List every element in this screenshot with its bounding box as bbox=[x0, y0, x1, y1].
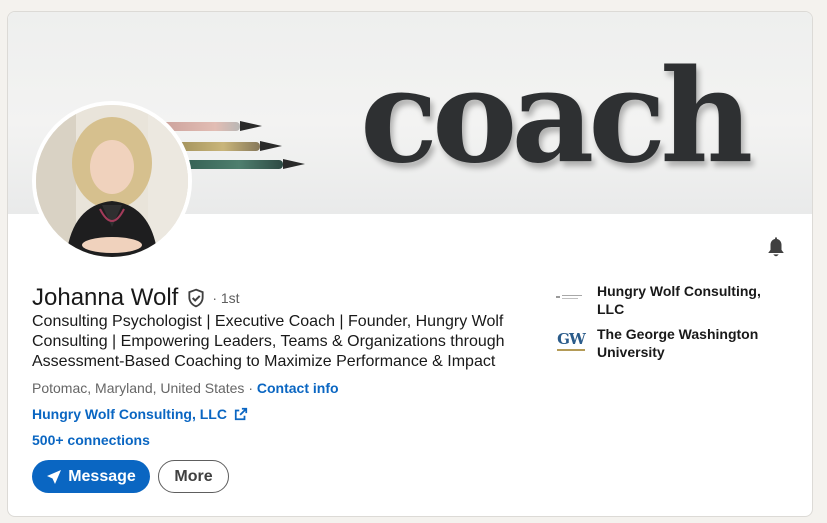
profile-name[interactable]: Johanna Wolf bbox=[32, 284, 178, 312]
paper-plane-icon bbox=[47, 469, 62, 484]
name-row: Johanna Wolf · 1st bbox=[32, 283, 240, 313]
website-label: Hungry Wolf Consulting, LLC bbox=[32, 406, 227, 422]
avatar[interactable] bbox=[32, 101, 192, 261]
website-link[interactable]: Hungry Wolf Consulting, LLC bbox=[32, 406, 248, 422]
shield-check-icon[interactable] bbox=[186, 287, 206, 309]
location-separator: · bbox=[244, 380, 257, 396]
hungry-wolf-logo bbox=[556, 282, 586, 312]
contact-info-link[interactable]: Contact info bbox=[257, 380, 339, 396]
external-link-icon bbox=[234, 407, 248, 421]
location-text: Potomac, Maryland, United States bbox=[32, 380, 245, 396]
school-name: The George Washington University bbox=[597, 326, 759, 360]
education[interactable]: GW The George Washington University bbox=[556, 325, 772, 361]
profile-headline: Consulting Psychologist | Executive Coac… bbox=[32, 313, 505, 370]
profile-card: coach Johanna Wolf · 1st Consulting Psyc… bbox=[7, 11, 813, 517]
connections-link[interactable]: 500+ connections bbox=[32, 432, 150, 448]
gw-logo: GW bbox=[556, 325, 586, 355]
banner-word: coach bbox=[360, 42, 753, 192]
current-company[interactable]: Hungry Wolf Consulting, LLC bbox=[556, 282, 772, 318]
message-button-label: Message bbox=[68, 467, 136, 485]
bell-icon[interactable] bbox=[765, 237, 787, 259]
more-button[interactable]: More bbox=[158, 460, 229, 493]
company-name: Hungry Wolf Consulting, LLC bbox=[597, 283, 761, 317]
message-button[interactable]: Message bbox=[32, 460, 150, 493]
more-button-label: More bbox=[174, 467, 213, 485]
connection-degree: · 1st bbox=[212, 290, 240, 306]
location-row: Potomac, Maryland, United States · Conta… bbox=[32, 380, 339, 396]
